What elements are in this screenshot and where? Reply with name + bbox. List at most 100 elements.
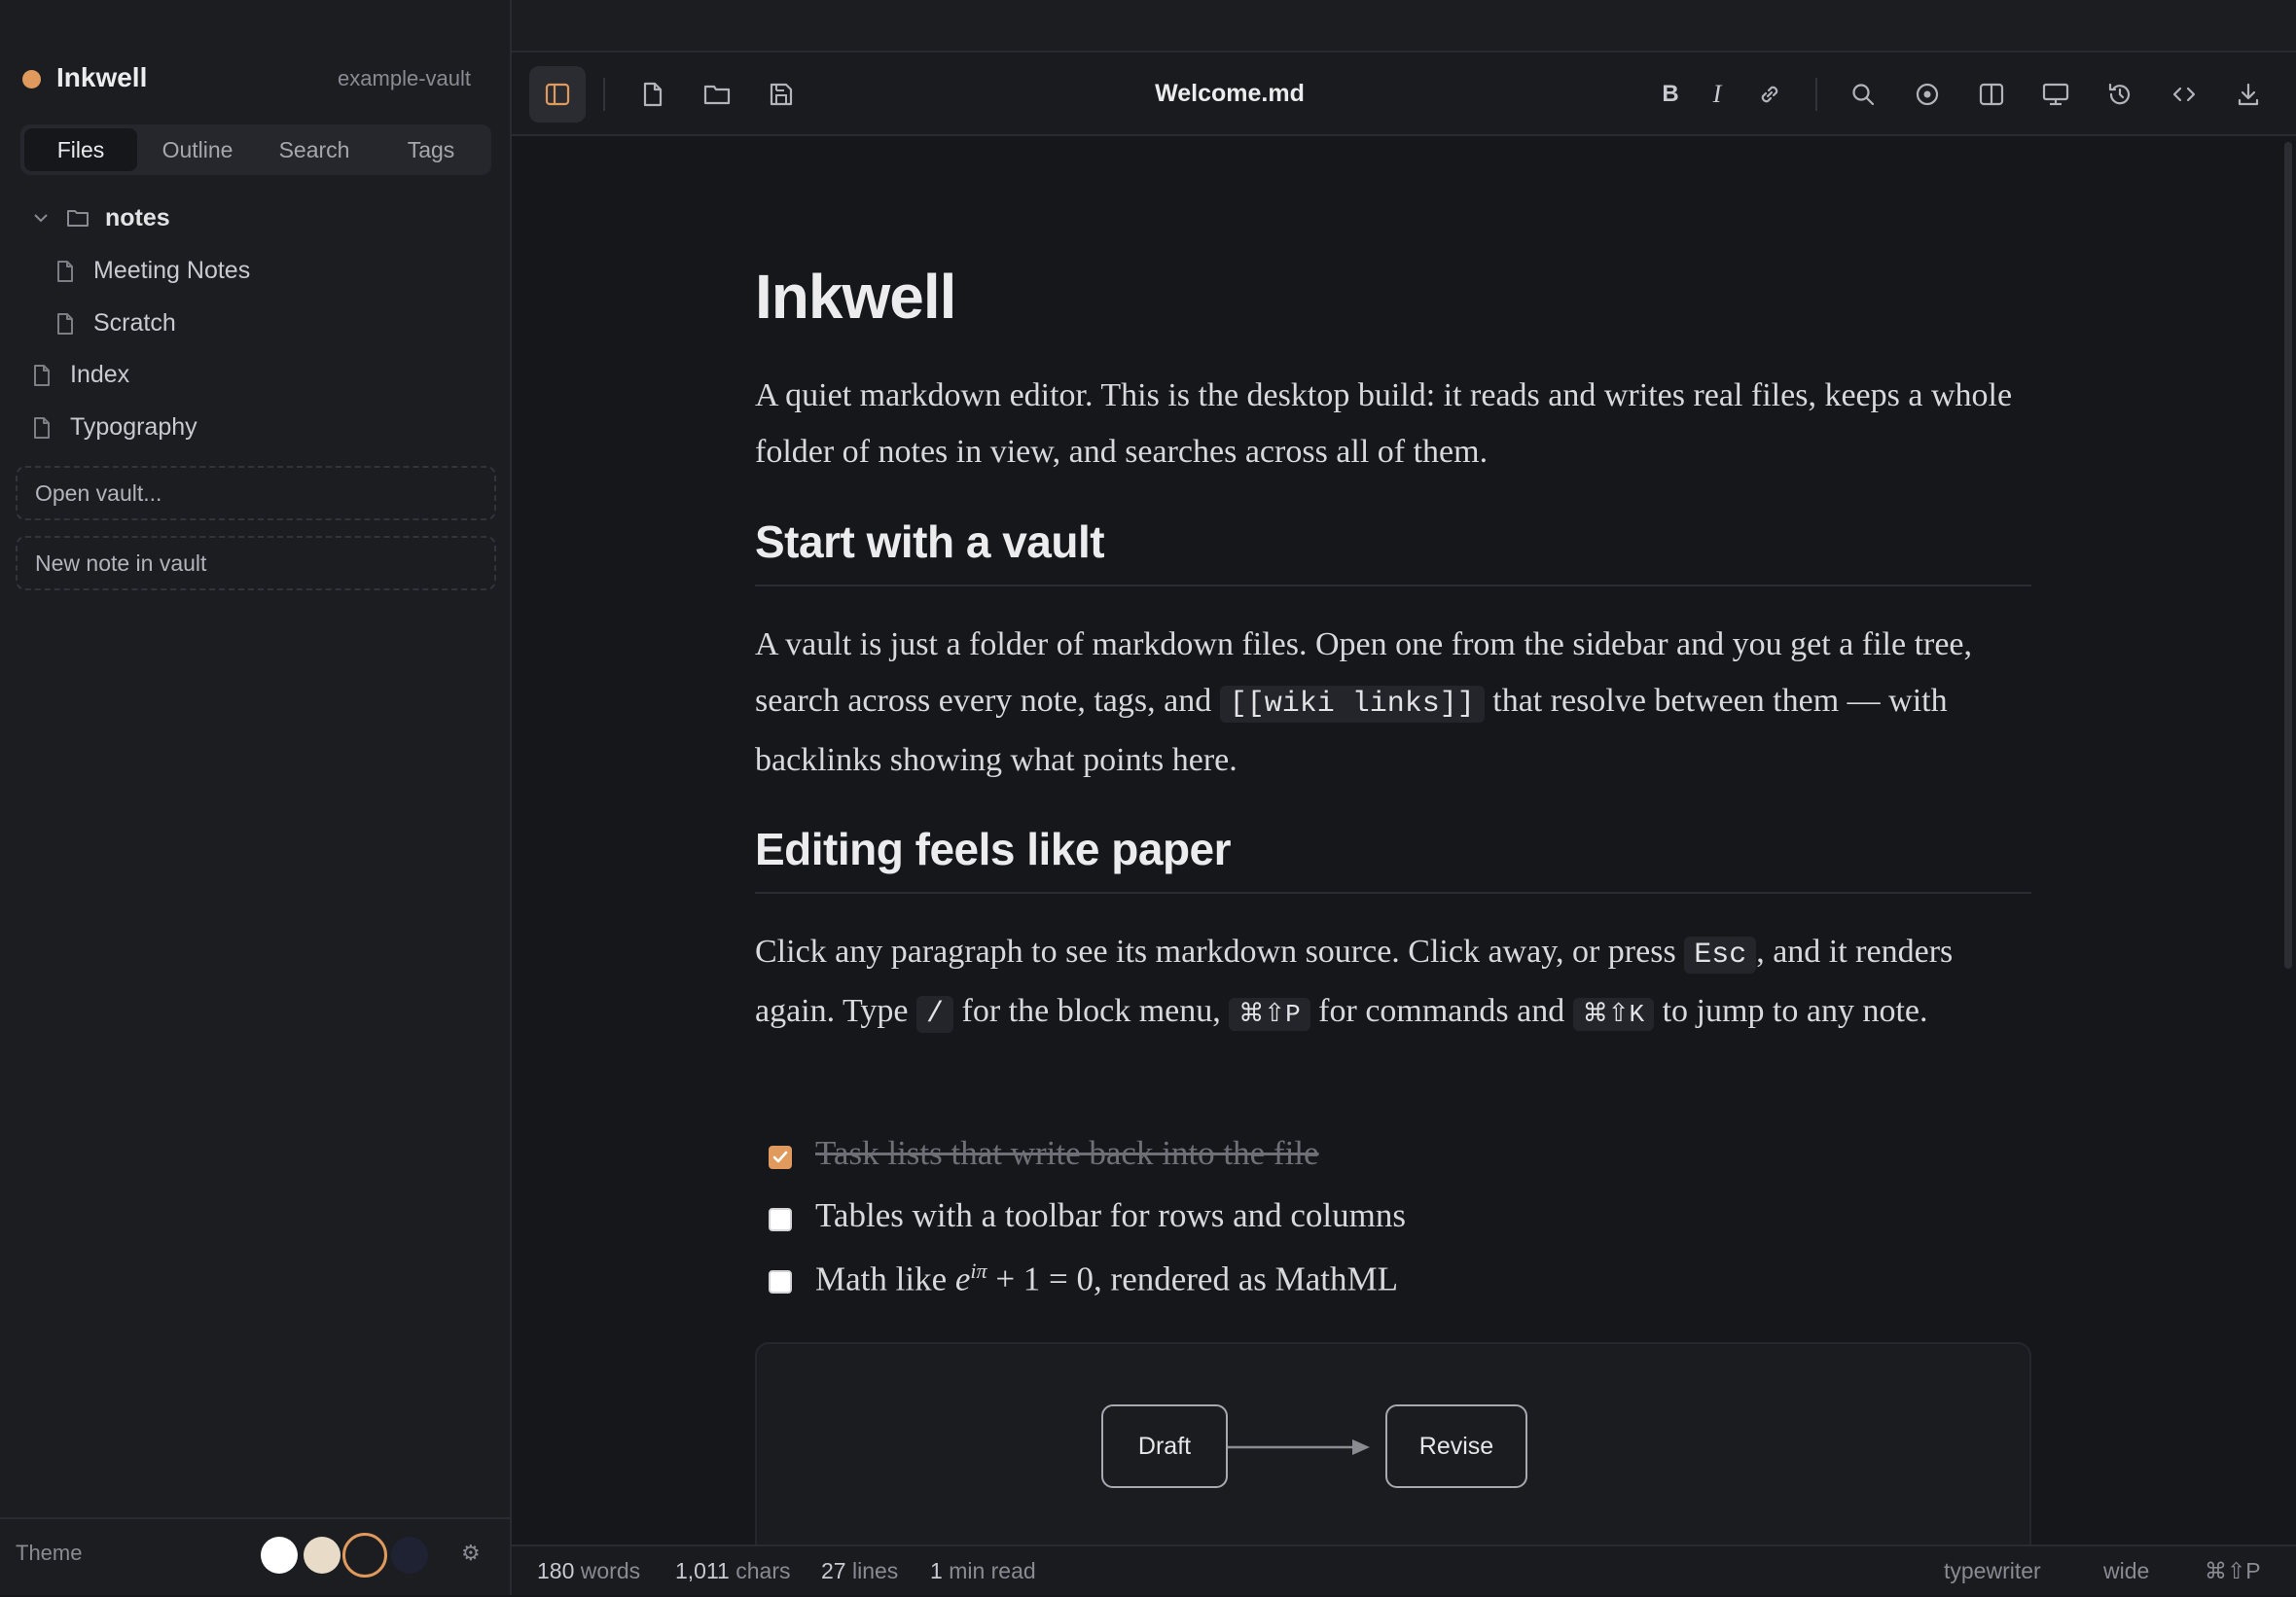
gear-icon[interactable]: ⚙	[461, 1541, 481, 1566]
app-title: Inkwell	[56, 62, 148, 92]
tree-file-scratch[interactable]: Scratch	[54, 302, 483, 344]
split-view-button[interactable]	[1963, 66, 2020, 123]
char-count-number: 1,011	[675, 1558, 730, 1583]
task-item: Math like eiπ + 1 = 0, rendered as MathM…	[755, 1257, 1494, 1305]
focus-icon	[1916, 83, 1939, 106]
present-icon	[2042, 83, 2069, 106]
doc-heading-1[interactable]: Inkwell	[755, 261, 956, 333]
link-button[interactable]	[1741, 66, 1798, 123]
tab-tags[interactable]: Tags	[375, 128, 487, 171]
read-time-number: 1	[930, 1558, 943, 1583]
sidebar: Inkwell example-vault Files Outline Sear…	[0, 0, 512, 1595]
tree-file-label: Meeting Notes	[93, 257, 251, 284]
italic-label: I	[1712, 80, 1722, 108]
inline-code-command-shortcut: ⌘⇧P	[1229, 998, 1310, 1031]
inline-code-wiki-links: [[wiki links]]	[1219, 686, 1485, 723]
link-icon	[1761, 86, 1778, 103]
main-pane: Welcome.md B I Inkwell A quiet markdown …	[512, 0, 2296, 1595]
task-checkbox[interactable]	[769, 1208, 792, 1231]
check-icon	[772, 1151, 788, 1163]
heading-rule	[755, 585, 2031, 586]
tab-files[interactable]: Files	[24, 128, 137, 171]
word-count-label: words	[580, 1558, 641, 1583]
source-view-button[interactable]	[2156, 66, 2212, 123]
task-checkbox[interactable]	[769, 1270, 792, 1294]
export-button[interactable]	[2220, 66, 2277, 123]
tab-outline[interactable]: Outline	[141, 128, 254, 171]
file-icon	[57, 261, 73, 282]
source-code-icon	[2172, 87, 2196, 102]
arrow-icon	[1228, 1439, 1370, 1455]
math-superscript: iπ	[970, 1259, 987, 1283]
tree-folder-notes[interactable]: notes	[29, 196, 486, 239]
doc-heading-vault[interactable]: Start with a vault	[755, 515, 1105, 568]
doc-intro-paragraph[interactable]: A quiet markdown editor. This is the des…	[755, 368, 2031, 480]
read-time: 1 min read	[930, 1558, 1036, 1584]
tree-file-meeting-notes[interactable]: Meeting Notes	[54, 249, 483, 292]
line-count: 27 lines	[821, 1558, 898, 1584]
typewriter-toggle[interactable]: typewriter	[1944, 1558, 2041, 1584]
theme-swatch-sepia[interactable]	[304, 1537, 341, 1574]
wide-toggle[interactable]: wide	[2103, 1558, 2149, 1584]
task-text-part: + 1 = 0, rendered as MathML	[987, 1260, 1398, 1298]
theme-swatch-dark[interactable]	[342, 1533, 387, 1578]
diagram-node-revise: Revise	[1385, 1404, 1527, 1488]
toolbar-divider	[1815, 78, 1817, 111]
char-count-label: chars	[735, 1558, 791, 1583]
window-titlebar	[512, 0, 2296, 53]
history-button[interactable]	[2092, 66, 2148, 123]
vault-name[interactable]: example-vault	[338, 66, 471, 91]
toolbar: Welcome.md B I	[512, 53, 2296, 136]
search-icon	[1852, 84, 1875, 106]
paragraph-text: for commands and	[1318, 993, 1565, 1029]
folder-icon	[67, 210, 89, 227]
heading-rule	[755, 892, 2031, 894]
focus-mode-button[interactable]	[1899, 66, 1955, 123]
search-button[interactable]	[1835, 66, 1891, 123]
sidebar-header: Inkwell example-vault	[0, 58, 512, 103]
tree-file-index[interactable]: Index	[31, 353, 488, 396]
theme-bar: Theme ⚙	[0, 1517, 510, 1597]
task-checkbox[interactable]	[769, 1146, 792, 1169]
line-count-number: 27	[821, 1558, 846, 1583]
italic-button[interactable]: I	[1689, 66, 1745, 123]
diagram-node-draft: Draft	[1101, 1404, 1228, 1488]
task-text: Math like eiπ + 1 = 0, rendered as MathM…	[815, 1259, 1398, 1299]
open-vault-button[interactable]: Open vault...	[16, 466, 496, 520]
editor-scrollbar[interactable]	[2284, 142, 2292, 969]
chevron-down-icon	[34, 214, 48, 223]
split-view-icon	[1979, 83, 2004, 106]
tree-file-label: Scratch	[93, 309, 176, 337]
file-icon	[57, 313, 73, 335]
inline-code-slash: /	[916, 996, 954, 1033]
tree-file-label: Index	[70, 361, 130, 388]
status-bar: 180 words 1,011 chars 27 lines 1 min rea…	[512, 1544, 2296, 1595]
doc-heading-paper[interactable]: Editing feels like paper	[755, 823, 1232, 875]
doc-paper-paragraph[interactable]: Click any paragraph to see its markdown …	[755, 924, 2031, 1043]
read-time-label: min read	[949, 1558, 1036, 1583]
theme-label: Theme	[16, 1541, 83, 1565]
command-palette-shortcut[interactable]: ⌘⇧P	[2205, 1558, 2261, 1584]
line-count-label: lines	[851, 1558, 899, 1583]
inline-code-esc: Esc	[1684, 937, 1757, 974]
unsaved-dot-icon	[22, 70, 41, 89]
tree-file-typography[interactable]: Typography	[31, 406, 488, 448]
diagram-block[interactable]: Draft Revise	[755, 1342, 2031, 1544]
history-icon	[2108, 83, 2131, 105]
new-note-button[interactable]: New note in vault	[16, 536, 496, 590]
tree-file-label: Typography	[70, 413, 197, 441]
present-button[interactable]	[2027, 66, 2084, 123]
word-count: 180 words	[537, 1558, 640, 1584]
paragraph-text: for the block menu,	[961, 993, 1221, 1029]
theme-swatch-light[interactable]	[261, 1537, 298, 1574]
task-item: Tables with a toolbar for rows and colum…	[755, 1194, 1494, 1243]
theme-swatch-midnight[interactable]	[391, 1537, 428, 1574]
tab-search[interactable]: Search	[258, 128, 371, 171]
math-base: e	[954, 1260, 971, 1298]
editor[interactable]: Inkwell A quiet markdown editor. This is…	[512, 136, 2296, 1544]
word-count-number: 180	[537, 1558, 575, 1583]
task-text: Task lists that write back into the file	[815, 1134, 1319, 1172]
doc-vault-paragraph[interactable]: A vault is just a folder of markdown fil…	[755, 617, 2031, 789]
file-icon	[34, 417, 50, 439]
bold-label: B	[1662, 81, 1679, 107]
